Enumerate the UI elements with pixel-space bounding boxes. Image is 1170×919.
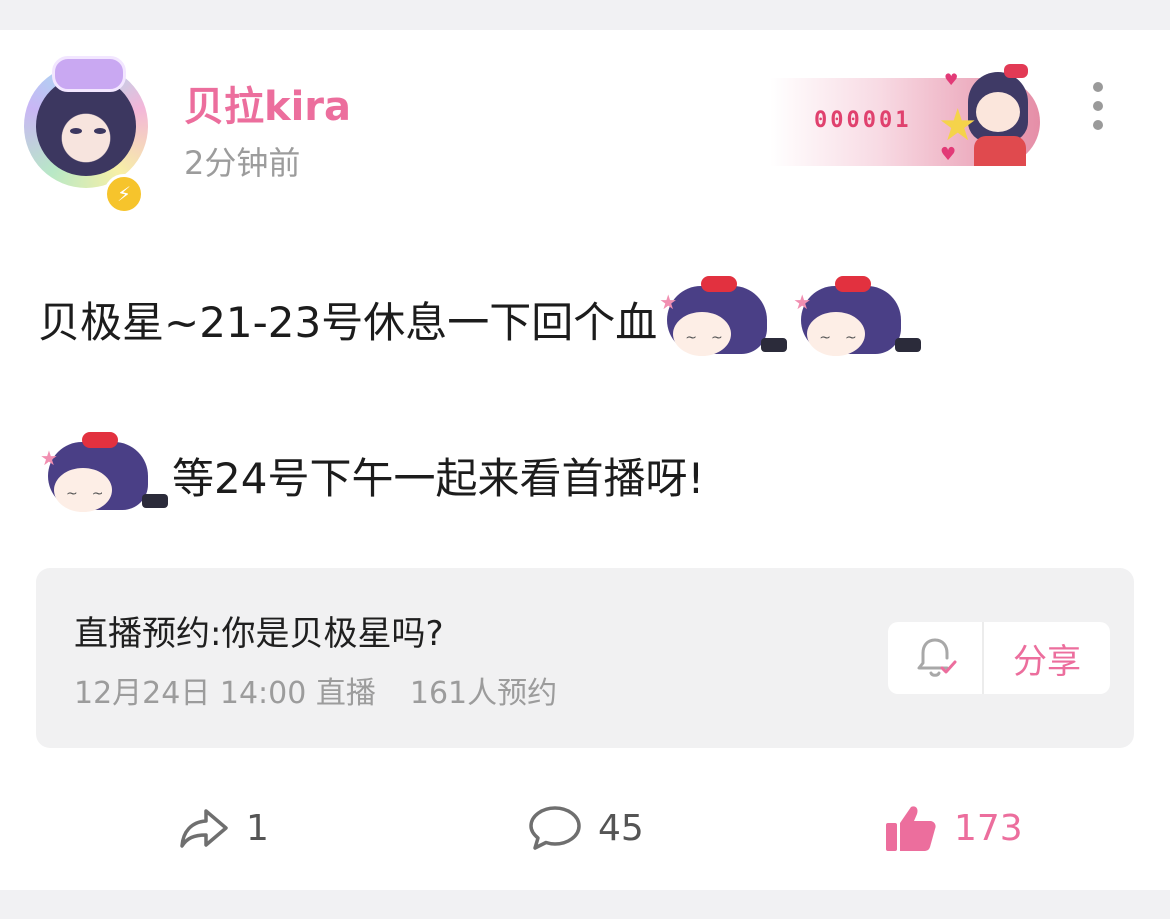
reservation-title: 直播预约:你是贝极星吗? xyxy=(74,614,444,654)
share-button[interactable]: 分享 xyxy=(984,622,1110,694)
forward-icon xyxy=(180,809,228,848)
bell-check-icon xyxy=(917,638,957,677)
post-text-line-2: ~~ ★ 等24号下午一起来看首播呀! xyxy=(38,430,704,520)
author-name[interactable]: 贝拉kira xyxy=(184,74,351,132)
like-button[interactable]: 173 xyxy=(884,798,1023,858)
avatar-eye xyxy=(94,128,106,134)
fan-badge-sticker: ★ ♥ ♥ xyxy=(938,64,1038,174)
thumbs-up-icon xyxy=(886,806,936,851)
post-time: 2分钟前 xyxy=(184,144,301,182)
post-card: ⚡ 贝拉kira 2分钟前 000001 ★ ♥ ♥ 贝极星~21-23号休息一… xyxy=(0,30,1170,890)
forward-button[interactable]: 1 xyxy=(178,798,269,858)
sticker-face xyxy=(976,92,1020,132)
heart-icon: ♥ xyxy=(940,144,957,165)
reservation-count: 161人预约 xyxy=(409,676,558,711)
reservation-info: 12月24日 14:00 直播 161人预约 xyxy=(74,668,557,712)
forward-count: 1 xyxy=(246,807,269,849)
star-icon: ★ xyxy=(938,100,978,151)
lightning-icon: ⚡ xyxy=(104,174,144,214)
post-text-line-1: 贝极星~21-23号休息一下回个血 ~~ ★ ~~ ★ xyxy=(38,274,925,364)
fan-badge-number: 000001 xyxy=(814,108,912,133)
fan-badge[interactable]: 000001 ★ ♥ ♥ xyxy=(770,64,1050,166)
comment-button[interactable]: 45 xyxy=(528,798,644,858)
heart-icon: ♥ xyxy=(944,70,959,89)
reserve-bell-button[interactable] xyxy=(888,622,984,694)
reservation-actions: 分享 xyxy=(888,622,1110,694)
comment-count: 45 xyxy=(598,807,644,849)
reservation-schedule: 12月24日 14:00 直播 xyxy=(74,676,376,711)
avatar[interactable]: ⚡ xyxy=(16,50,156,214)
avatar-eye xyxy=(70,128,82,134)
sleeping-girl-sticker-icon: ~~ ★ xyxy=(657,276,791,362)
sleeping-girl-sticker-icon: ~~ ★ xyxy=(791,276,925,362)
sticker-bow xyxy=(1004,64,1028,78)
avatar-goggles-decoration xyxy=(52,56,126,92)
post-text: 贝极星~21-23号休息一下回个血 xyxy=(38,297,658,347)
sticker-body xyxy=(974,136,1026,166)
sleeping-girl-sticker-icon: ~~ ★ xyxy=(38,432,172,518)
like-count: 173 xyxy=(954,807,1023,849)
post-text: 等24号下午一起来看首播呀! xyxy=(172,453,705,503)
comment-icon xyxy=(529,806,581,850)
live-reservation-card[interactable]: 直播预约:你是贝极星吗? 12月24日 14:00 直播 161人预约 分享 xyxy=(36,568,1134,748)
more-options-icon[interactable] xyxy=(1086,82,1110,138)
